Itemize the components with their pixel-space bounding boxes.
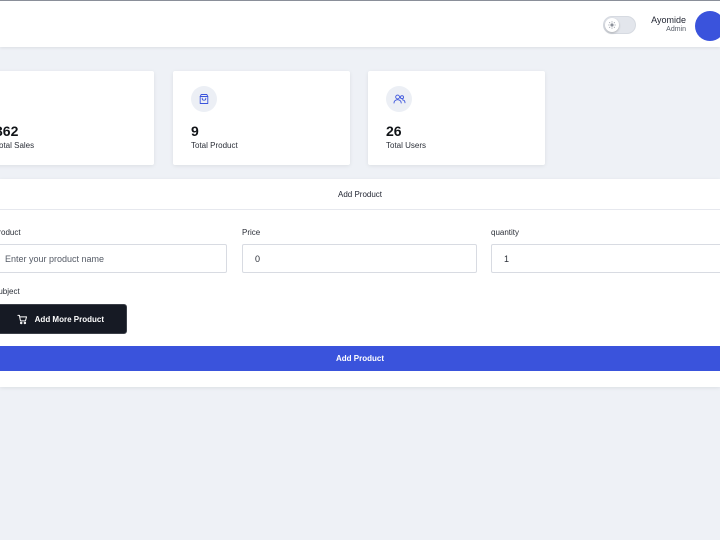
add-more-product-button[interactable]: Add More Product (0, 304, 127, 334)
avatar[interactable] (695, 11, 720, 41)
stat-label: Total Sales (0, 141, 35, 150)
add-more-product-label: Add More Product (34, 314, 104, 324)
add-product-form: Add Product Product Price quantity Subje… (0, 179, 720, 387)
product-label: Product (0, 228, 21, 237)
stat-label: Total Users (386, 141, 427, 150)
cart-icon (17, 314, 28, 325)
shopping-bag-icon (191, 86, 217, 112)
stat-value: 362 (0, 123, 19, 139)
quantity-label: quantity (491, 228, 520, 237)
user-name: Ayomide (651, 15, 686, 25)
stat-value: 26 (386, 123, 402, 139)
stat-card-total-product: 9 Total Product (173, 71, 350, 165)
stat-card-total-users: 26 Total Users (368, 71, 545, 165)
stat-card-total-sales: 362 Total Sales (0, 71, 154, 165)
form-title: Add Product (0, 179, 720, 210)
subject-label: Subject (0, 287, 20, 296)
theme-toggle[interactable] (603, 16, 636, 34)
add-product-submit-button[interactable]: Add Product (0, 346, 720, 371)
sun-icon (605, 18, 619, 32)
stat-label: Total Product (191, 141, 238, 150)
submit-label: Add Product (336, 354, 384, 363)
quantity-input[interactable] (491, 244, 720, 273)
user-role: Admin (666, 26, 686, 33)
price-label: Price (242, 228, 261, 237)
product-name-input[interactable] (0, 244, 227, 273)
users-icon (386, 86, 412, 112)
top-navbar: Ayomide Admin (0, 0, 720, 47)
stat-value: 9 (191, 123, 199, 139)
price-input[interactable] (242, 244, 477, 273)
